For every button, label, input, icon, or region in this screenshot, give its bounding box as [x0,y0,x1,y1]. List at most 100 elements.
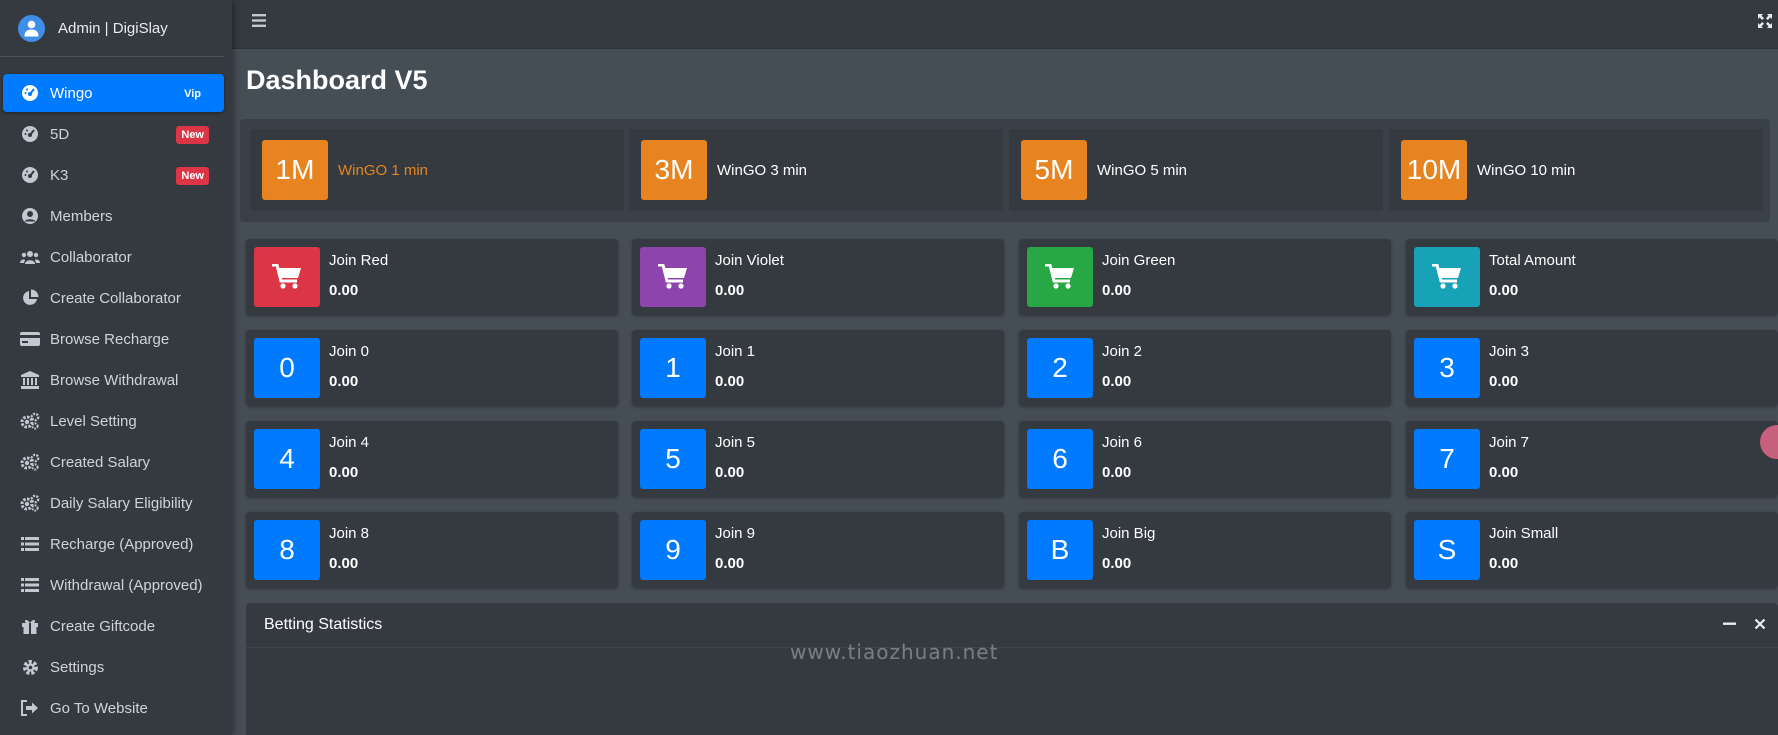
stat-join-small: S Join Small 0.00 [1406,512,1778,588]
gift-icon [20,616,40,636]
vip-badge: Vip [179,85,206,103]
stat-join-4: 4 Join 4 0.00 [246,421,618,497]
sidebar-item-created-salary[interactable]: Created Salary [3,443,224,481]
sidebar-item-level-setting[interactable]: Level Setting [3,402,224,440]
stat-label: Join 7 [1489,434,1530,451]
sidebar: Admin | DigiSlay Wingo Vip 5D New K3 New… [0,0,232,735]
cart-icon [640,247,706,307]
stat-join-6: 6 Join 6 0.00 [1019,421,1391,497]
sidebar-item-settings[interactable]: Settings [3,648,224,686]
stat-label: Join Green [1102,252,1176,269]
admin-avatar-icon [18,14,45,42]
game-code-box: 1M [262,140,328,200]
app-root: Admin | DigiSlay Wingo Vip 5D New K3 New… [0,0,1778,735]
sidebar-item-label: Level Setting [50,412,137,430]
stat-join-3: 3 Join 3 0.00 [1406,330,1778,406]
cogs-icon [20,452,40,472]
sidebar-item-label: Recharge (Approved) [50,535,194,553]
sidebar-item-5d[interactable]: 5D New [3,115,224,153]
sidebar-item-label: Browse Withdrawal [50,371,179,389]
stat-join-8: 8 Join 8 0.00 [246,512,618,588]
game-code-box: 5M [1021,140,1087,200]
stat-label: Join 5 [715,434,756,451]
stat-value: 0.00 [1489,373,1519,390]
stat-join-0: 0 Join 0 0.00 [246,330,618,406]
sidebar-item-create-collaborator[interactable]: Create Collaborator [3,279,224,317]
sidebar-item-collaborator[interactable]: Collaborator [3,238,224,276]
fullscreen-button[interactable] [1758,14,1772,33]
sidebar-item-browse-withdrawal[interactable]: Browse Withdrawal [3,361,224,399]
number-box: 7 [1414,429,1480,489]
credit-card-icon [20,329,40,349]
stat-total-amount: Total Amount 0.00 [1406,239,1778,315]
stat-value: 0.00 [715,373,745,390]
new-badge: New [176,126,209,144]
sidebar-item-k3[interactable]: K3 New [3,156,224,194]
stat-join-big: B Join Big 0.00 [1019,512,1391,588]
number-box: 4 [254,429,320,489]
sidebar-item-members[interactable]: Members [3,197,224,235]
stat-join-2: 2 Join 2 0.00 [1019,330,1391,406]
sidebar-item-label: Created Salary [50,453,151,471]
game-card-3m[interactable]: 3M WinGO 3 min [629,129,1003,211]
stat-join-1: 1 Join 1 0.00 [632,330,1004,406]
stat-value: 0.00 [1102,282,1132,299]
sidebar-item-browse-recharge[interactable]: Browse Recharge [3,320,224,358]
number-box: 0 [254,338,320,398]
stat-label: Join Violet [715,252,784,269]
stat-label: Join Red [329,252,389,269]
stat-value: 0.00 [1102,464,1132,481]
sidebar-item-recharge-approved[interactable]: Recharge (Approved) [3,525,224,563]
watermark: www.tiaozhuan.net [790,640,999,664]
stat-value: 0.00 [1102,555,1132,572]
collapse-button[interactable] [1723,617,1736,635]
close-button[interactable] [1754,617,1766,635]
game-card-1m[interactable]: 1M WinGO 1 min [250,129,624,211]
number-box: 5 [640,429,706,489]
game-card-5m[interactable]: 5M WinGO 5 min [1009,129,1383,211]
cogs-icon [20,493,40,513]
stat-value: 0.00 [715,555,745,572]
sidebar-item-go-to-website[interactable]: Go To Website [3,689,224,727]
gauge-icon [20,83,40,103]
new-badge: New [176,167,209,185]
sidebar-item-withdrawal-approved[interactable]: Withdrawal (Approved) [3,566,224,604]
number-box: 6 [1027,429,1093,489]
number-box: 3 [1414,338,1480,398]
stat-label: Join 6 [1102,434,1143,451]
number-box: 1 [640,338,706,398]
sidebar-item-daily-salary-eligibility[interactable]: Daily Salary Eligibility [3,484,224,522]
game-label: WinGO 1 min [338,161,429,179]
brand-link[interactable]: Admin | DigiSlay [0,0,224,57]
cogs-icon [20,411,40,431]
panel-header: Betting Statistics [246,603,1778,648]
stat-label: Join 1 [715,343,756,360]
number-box: 9 [640,520,706,580]
stat-value: 0.00 [1489,555,1519,572]
close-icon [1754,618,1766,630]
cart-icon [254,247,320,307]
bank-icon [20,370,40,390]
hamburger-icon [252,14,266,27]
game-code-box: 10M [1401,140,1467,200]
stat-label: Join 0 [329,343,370,360]
stat-label: Join Small [1489,525,1559,542]
top-navbar [232,0,1778,49]
sidebar-item-create-giftcode[interactable]: Create Giftcode [3,607,224,645]
stat-value: 0.00 [1489,464,1519,481]
cart-icon [1027,247,1093,307]
page-title: Dashboard V5 [246,65,428,95]
stat-join-7: 7 Join 7 0.00 [1406,421,1778,497]
stat-label: Join 3 [1489,343,1530,360]
stat-join-9: 9 Join 9 0.00 [632,512,1004,588]
sidebar-item-label: 5D [50,125,70,143]
stat-value: 0.00 [329,464,359,481]
list-icon [20,534,40,554]
sidebar-item-label: Daily Salary Eligibility [50,494,193,512]
sidebar-item-label: Create Collaborator [50,289,181,307]
sidebar-item-wingo[interactable]: Wingo Vip [3,74,224,112]
menu-toggle-button[interactable] [252,14,266,32]
number-box: B [1027,520,1093,580]
gear-icon [20,657,40,677]
game-card-10m[interactable]: 10M WinGO 10 min [1389,129,1763,211]
